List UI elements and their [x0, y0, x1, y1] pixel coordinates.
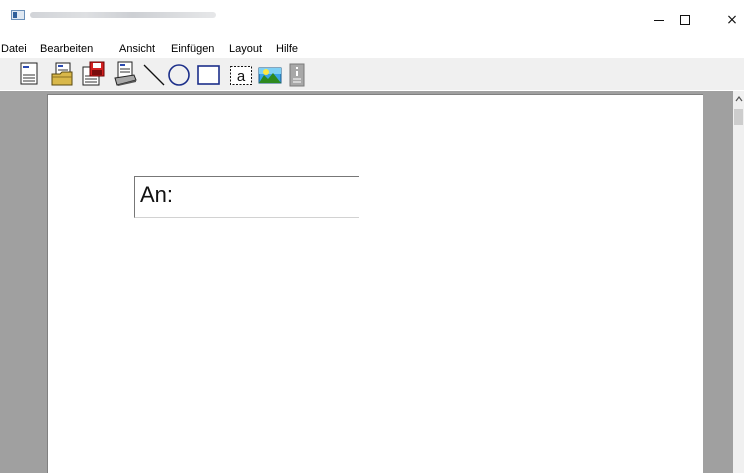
close-icon: ×	[726, 12, 738, 28]
text-tool-icon: a	[230, 66, 252, 85]
title-bar: ×	[0, 0, 744, 40]
maximize-icon	[680, 15, 690, 25]
close-button[interactable]: ×	[709, 8, 744, 32]
window-title-redacted	[30, 12, 216, 18]
address-field[interactable]: An:	[134, 176, 359, 218]
print-button[interactable]	[112, 61, 138, 87]
line-tool-icon	[143, 64, 165, 86]
scroll-thumb[interactable]	[734, 109, 743, 125]
maximize-button[interactable]	[662, 8, 708, 32]
save-icon	[82, 61, 105, 86]
new-document-icon	[20, 62, 38, 85]
document-page[interactable]: An:	[47, 94, 703, 473]
menu-ansicht[interactable]: Ansicht	[119, 43, 155, 55]
rectangle-tool-button[interactable]	[196, 61, 222, 87]
app-icon[interactable]	[11, 10, 25, 20]
text-tool-button[interactable]: a	[229, 61, 253, 87]
print-icon	[114, 61, 137, 86]
line-tool-button[interactable]	[142, 61, 166, 87]
ellipse-tool-icon	[168, 64, 190, 86]
text-tool-glyph: a	[237, 68, 246, 85]
menu-bearbeiten[interactable]: Bearbeiten	[40, 43, 93, 55]
workspace: An:	[0, 91, 744, 473]
menu-datei[interactable]: Datei	[1, 43, 27, 55]
chevron-up-icon	[735, 96, 743, 102]
image-tool-button[interactable]	[258, 61, 282, 87]
info-button[interactable]	[288, 61, 308, 87]
open-folder-icon	[51, 62, 73, 86]
ellipse-tool-button[interactable]	[167, 61, 191, 87]
info-icon	[289, 63, 305, 87]
image-tool-icon	[258, 67, 282, 84]
save-button[interactable]	[81, 61, 107, 87]
menu-hilfe[interactable]: Hilfe	[276, 43, 298, 55]
rectangle-tool-icon	[197, 65, 220, 85]
menu-einfuegen[interactable]: Einfügen	[171, 43, 214, 55]
menu-bar: Datei Bearbeiten Ansicht Einfügen Layout…	[0, 40, 744, 58]
menu-layout[interactable]: Layout	[229, 43, 262, 55]
vertical-scrollbar[interactable]	[733, 91, 744, 473]
toolbar: a	[0, 58, 744, 90]
open-button[interactable]	[50, 61, 74, 87]
scroll-up-button[interactable]	[735, 95, 743, 103]
new-document-button[interactable]	[17, 61, 41, 87]
